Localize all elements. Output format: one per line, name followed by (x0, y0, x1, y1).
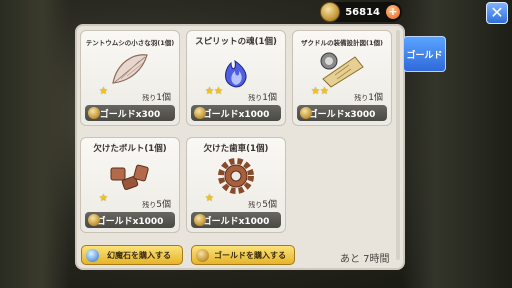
item-name: テントウムシの小さな羽(1個) (85, 39, 175, 47)
gold-coin-icon (194, 214, 206, 226)
stock-remaining: 残り5個 (142, 200, 171, 210)
buy-gold-button[interactable]: ゴールドを購入する (191, 245, 295, 265)
buy-price-button[interactable]: ゴールドx3000 (297, 105, 387, 121)
gold-coin-icon (320, 2, 340, 22)
add-gold-button[interactable]: + (386, 5, 400, 19)
bolt-icon (110, 164, 149, 191)
item-name: ザクドルの装備設計図(1個) (301, 39, 383, 47)
gold-coin-icon (88, 107, 100, 119)
shop-item-ladybug-wing[interactable]: テントウムシの小さな羽(1個) ★ 残り1個 ゴールドx300 (80, 30, 180, 126)
background-left (0, 0, 70, 288)
buy-price-button[interactable]: ゴールドx1000 (191, 105, 281, 121)
rarity-stars: ★★ (205, 86, 223, 97)
shop-item-blueprint[interactable]: ザクドルの装備設計図(1個) ★★ 残り1個 ゴールドx3000 (292, 30, 392, 126)
stock-remaining: 残り5個 (248, 200, 277, 210)
shop-item-broken-bolt[interactable]: 欠けたボルト(1個) ★ 残り5個 ゴールドx1000 (80, 137, 180, 233)
buy-price-button[interactable]: ゴールドx1000 (85, 212, 175, 228)
gold-coin-icon (194, 107, 206, 119)
scrollbar[interactable] (396, 30, 400, 260)
stock-remaining: 残り1個 (248, 93, 277, 103)
shop-item-spirit-soul[interactable]: スピリットの魂(1個) ★★ 残り1個 ゴールドx1000 (186, 30, 286, 126)
blueprint-scroll-icon (320, 52, 364, 88)
gold-currency-bar: 56814 + (320, 2, 402, 22)
buy-magic-stone-button[interactable]: 幻魔石を購入する (81, 245, 183, 265)
item-name: 欠けたボルト(1個) (93, 144, 167, 154)
rarity-stars: ★ (99, 86, 108, 97)
gear-icon (218, 158, 254, 194)
restock-timer: あと 7時間 (340, 254, 390, 265)
wing-icon (112, 54, 148, 84)
spirit-flame-icon (225, 59, 247, 88)
buy-price-button[interactable]: ゴールドx300 (85, 105, 175, 121)
item-name: 欠けた歯車(1個) (203, 144, 269, 154)
shop-item-broken-gear[interactable]: 欠けた歯車(1個) ★ 残り5個 ゴールドx1000 (186, 137, 286, 233)
rarity-stars: ★ (99, 193, 108, 204)
stock-remaining: 残り1個 (354, 93, 383, 103)
gold-amount: 56814 (345, 6, 380, 18)
gold-coin-icon (196, 249, 209, 262)
stock-remaining: 残り1個 (142, 93, 171, 103)
gold-coin-icon (300, 107, 312, 119)
rarity-stars: ★ (205, 193, 214, 204)
rarity-stars: ★★ (311, 86, 329, 97)
buy-price-button[interactable]: ゴールドx1000 (191, 212, 281, 228)
tab-gold[interactable]: ゴールド (403, 36, 446, 72)
gold-coin-icon (88, 214, 100, 226)
close-button[interactable]: ✕ (486, 2, 508, 24)
item-name: スピリットの魂(1個) (195, 37, 277, 47)
magic-stone-icon (86, 249, 99, 262)
